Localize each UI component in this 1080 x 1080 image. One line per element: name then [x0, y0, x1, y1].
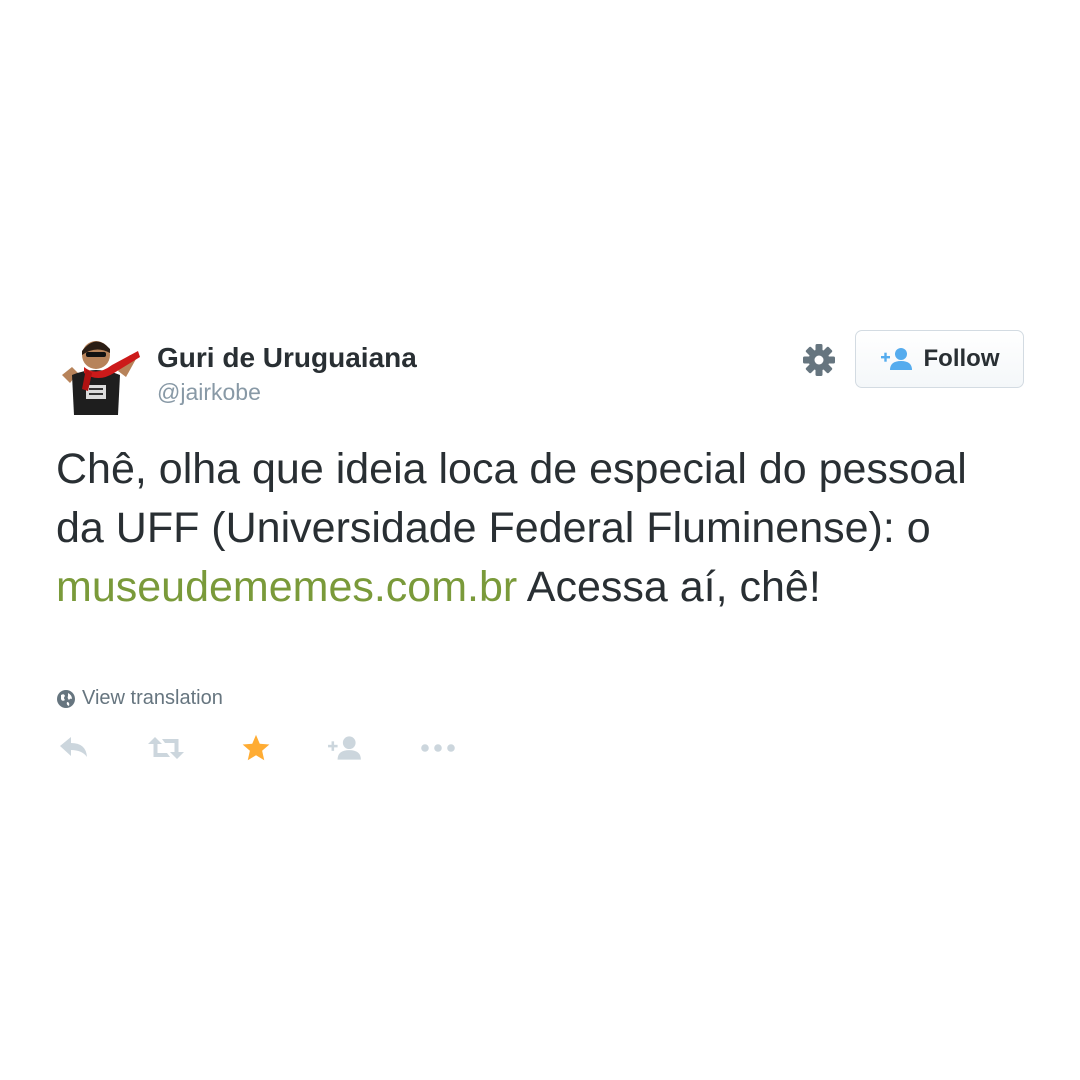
view-translation-link[interactable]: View translation	[56, 687, 223, 710]
gear-icon	[803, 344, 835, 376]
more-icon	[421, 744, 455, 752]
add-user-button[interactable]	[326, 730, 364, 766]
add-user-icon	[328, 736, 361, 760]
tweet-text-part1: Chê, olha que ideia loca de especial do …	[56, 445, 967, 552]
user-name[interactable]: Guri de Uruguaiana	[157, 342, 417, 374]
settings-button[interactable]	[800, 341, 838, 379]
retweet-button[interactable]	[146, 730, 186, 766]
follow-user-icon	[880, 348, 912, 370]
avatar-photo	[56, 333, 140, 415]
follow-label: Follow	[923, 345, 1000, 372]
tweet-link[interactable]: museudememes.com.br	[56, 563, 517, 611]
retweet-icon	[148, 737, 184, 759]
avatar[interactable]	[56, 333, 140, 415]
reply-icon	[60, 737, 87, 757]
globe-icon	[57, 689, 75, 708]
star-icon	[242, 734, 270, 761]
more-button[interactable]	[418, 730, 458, 766]
reply-button[interactable]	[56, 730, 92, 766]
user-handle[interactable]: @jairkobe	[157, 379, 261, 406]
view-translation-label: View translation	[82, 687, 223, 709]
follow-button[interactable]: Follow	[855, 330, 1024, 388]
favorite-button[interactable]	[240, 730, 272, 766]
tweet-text: Chê, olha que ideia loca de especial do …	[56, 440, 1016, 617]
tweet-actions	[56, 730, 476, 766]
tweet-text-part2: Acessa aí, chê!	[517, 563, 821, 611]
